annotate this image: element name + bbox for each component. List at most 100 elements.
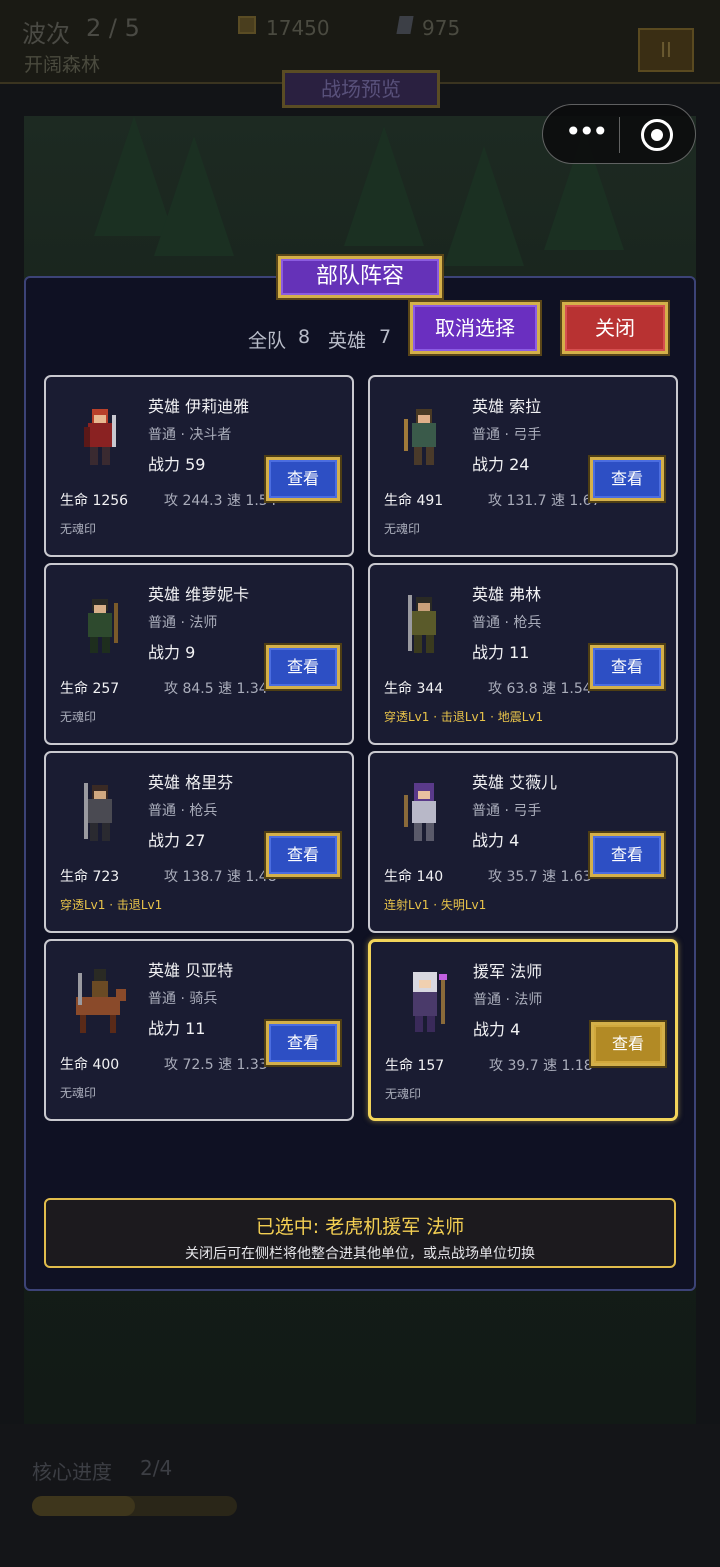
close-miniprogram-icon[interactable] xyxy=(641,119,673,151)
unit-soul-seal: 无魂印 xyxy=(60,1086,97,1100)
unit-power: 战力 4 xyxy=(472,831,520,850)
spearman-sprite-icon xyxy=(408,595,436,653)
unit-class: 普通 · 法师 xyxy=(473,992,543,1008)
cancel-selection-button[interactable]: 取消选择 xyxy=(410,302,540,354)
unit-hp: 生命 140 xyxy=(384,869,444,885)
unit-attack-speed: 攻 63.8 速 1.54 xyxy=(488,681,592,697)
selection-hint: 关闭后可在侧栏将他整合进其他单位，或点战场单位切换 xyxy=(185,1246,535,1262)
more-options-icon[interactable]: ••• xyxy=(565,118,609,147)
core-progress-fill xyxy=(32,1496,135,1516)
unit-card[interactable]: 英雄 格里芬 普通 · 枪兵 战力 27 生命 723 攻 138.7 速 1.… xyxy=(44,751,354,933)
view-unit-button[interactable]: 查看 xyxy=(590,833,664,877)
unit-soul-seal: 无魂印 xyxy=(60,710,97,724)
view-unit-button[interactable]: 查看 xyxy=(266,833,340,877)
unit-name: 英雄 格里芬 xyxy=(148,773,234,792)
unit-class: 普通 · 枪兵 xyxy=(472,615,542,631)
mage-sprite-icon xyxy=(413,972,447,1032)
unit-power: 战力 11 xyxy=(472,643,530,662)
unit-name: 英雄 贝亚特 xyxy=(148,961,234,980)
spearman-sprite-icon xyxy=(84,783,112,841)
unit-hp: 生命 157 xyxy=(385,1058,445,1074)
modal-title: 部队阵容 xyxy=(278,256,442,298)
team-total-label: 全队 xyxy=(248,330,287,352)
map-name: 开阔森林 xyxy=(24,54,101,76)
unit-attack-speed: 攻 131.7 速 1.67 xyxy=(488,493,601,509)
unit-card-selected[interactable]: 援军 法师 普通 · 法师 战力 4 生命 157 攻 39.7 速 1.18 … xyxy=(368,939,678,1121)
unit-attack-speed: 攻 84.5 速 1.34 xyxy=(164,681,268,697)
unit-attack-speed: 攻 35.7 速 1.63 xyxy=(488,869,592,885)
wave-counter: 2 / 5 xyxy=(86,14,140,42)
unit-name: 英雄 弗林 xyxy=(472,585,542,604)
miniprogram-capsule: ••• xyxy=(542,104,696,164)
unit-class: 普通 · 弓手 xyxy=(472,803,542,819)
unit-hp: 生命 723 xyxy=(60,869,120,885)
unit-hp: 生命 1256 xyxy=(60,493,129,509)
unit-card[interactable]: 英雄 艾薇儿 普通 · 弓手 战力 4 生命 140 攻 35.7 速 1.63… xyxy=(368,751,678,933)
unit-class: 普通 · 法师 xyxy=(148,615,218,631)
unit-attack-speed: 攻 72.5 速 1.33 xyxy=(164,1057,268,1073)
core-progress-bar xyxy=(32,1496,237,1516)
unit-name: 英雄 索拉 xyxy=(472,397,542,416)
wave-label: 波次 xyxy=(22,20,70,48)
gold-amount: 17450 xyxy=(266,16,330,40)
view-unit-button[interactable]: 查看 xyxy=(266,457,340,501)
gem-amount: 975 xyxy=(422,16,461,40)
unit-attack-speed: 攻 244.3 速 1.54 xyxy=(164,493,277,509)
unit-attack-speed: 攻 138.7 速 1.48 xyxy=(164,869,277,885)
unit-name: 援军 法师 xyxy=(473,962,543,981)
battlefield-preview-button[interactable]: 战场预览 xyxy=(282,70,440,108)
view-unit-button[interactable]: 查看 xyxy=(266,1021,340,1065)
hero-count-value: 7 xyxy=(379,326,392,348)
core-progress-label: 核心进度 xyxy=(32,1460,112,1484)
unit-hp: 生命 344 xyxy=(384,681,444,697)
unit-hp: 生命 491 xyxy=(384,493,444,509)
unit-soul-seal: 连射Lv1 · 失明Lv1 xyxy=(384,898,487,912)
unit-power: 战力 4 xyxy=(473,1020,521,1039)
close-button[interactable]: 关闭 xyxy=(562,302,668,354)
unit-class: 普通 · 骑兵 xyxy=(148,991,218,1007)
unit-attack-speed: 攻 39.7 速 1.18 xyxy=(489,1058,593,1074)
archer-sprite-icon xyxy=(404,409,436,465)
unit-card[interactable]: 英雄 索拉 普通 · 弓手 战力 24 生命 491 攻 131.7 速 1.6… xyxy=(368,375,678,557)
pine-tree xyxy=(154,136,234,256)
archer-sprite-icon xyxy=(404,783,436,841)
unit-soul-seal: 无魂印 xyxy=(385,1087,422,1101)
team-total-value: 8 xyxy=(298,326,311,348)
unit-class: 普通 · 弓手 xyxy=(472,427,542,443)
view-unit-button[interactable]: 查看 xyxy=(590,645,664,689)
pine-tree xyxy=(444,146,524,266)
gem-icon xyxy=(396,16,414,34)
unit-hp: 生命 257 xyxy=(60,681,120,697)
unit-soul-seal: 无魂印 xyxy=(60,522,97,536)
unit-name: 英雄 伊莉迪雅 xyxy=(148,397,250,416)
duelist-sprite-icon xyxy=(84,409,116,465)
core-progress-value: 2/4 xyxy=(140,1456,173,1480)
view-unit-button[interactable]: 查看 xyxy=(591,1022,665,1066)
unit-soul-seal: 穿透Lv1 · 击退Lv1 · 地震Lv1 xyxy=(384,710,544,724)
unit-card[interactable]: 英雄 维萝妮卡 普通 · 法师 战力 9 生命 257 攻 84.5 速 1.3… xyxy=(44,563,354,745)
mage-sprite-icon xyxy=(88,599,118,653)
unit-power: 战力 27 xyxy=(148,831,206,850)
unit-class: 普通 · 枪兵 xyxy=(148,803,218,819)
selection-title: 已选中: 老虎机援军 法师 xyxy=(255,1216,465,1238)
unit-power: 战力 59 xyxy=(148,455,206,474)
capsule-divider xyxy=(619,117,620,153)
unit-hp: 生命 400 xyxy=(60,1057,120,1073)
hero-count-label: 英雄 xyxy=(328,330,367,352)
unit-power: 战力 24 xyxy=(472,455,530,474)
view-unit-button[interactable]: 查看 xyxy=(266,645,340,689)
unit-name: 英雄 维萝妮卡 xyxy=(148,585,250,604)
cavalry-sprite-icon xyxy=(76,969,126,1033)
selection-info-panel: 已选中: 老虎机援军 法师 关闭后可在侧栏将他整合进其他单位，或点战场单位切换 xyxy=(44,1198,676,1268)
unit-soul-seal: 无魂印 xyxy=(384,522,421,536)
unit-card[interactable]: 英雄 弗林 普通 · 枪兵 战力 11 生命 344 攻 63.8 速 1.54… xyxy=(368,563,678,745)
unit-card[interactable]: 英雄 贝亚特 普通 · 骑兵 战力 11 生命 400 攻 72.5 速 1.3… xyxy=(44,939,354,1121)
unit-class: 普通 · 决斗者 xyxy=(148,427,232,443)
view-unit-button[interactable]: 查看 xyxy=(590,457,664,501)
pine-tree xyxy=(344,126,424,246)
unit-power: 战力 9 xyxy=(148,643,196,662)
pause-button[interactable]: II xyxy=(638,28,694,72)
unit-card[interactable]: 英雄 伊莉迪雅 普通 · 决斗者 战力 59 生命 1256 攻 244.3 速… xyxy=(44,375,354,557)
unit-name: 英雄 艾薇儿 xyxy=(472,773,558,792)
unit-soul-seal: 穿透Lv1 · 击退Lv1 xyxy=(60,898,163,912)
